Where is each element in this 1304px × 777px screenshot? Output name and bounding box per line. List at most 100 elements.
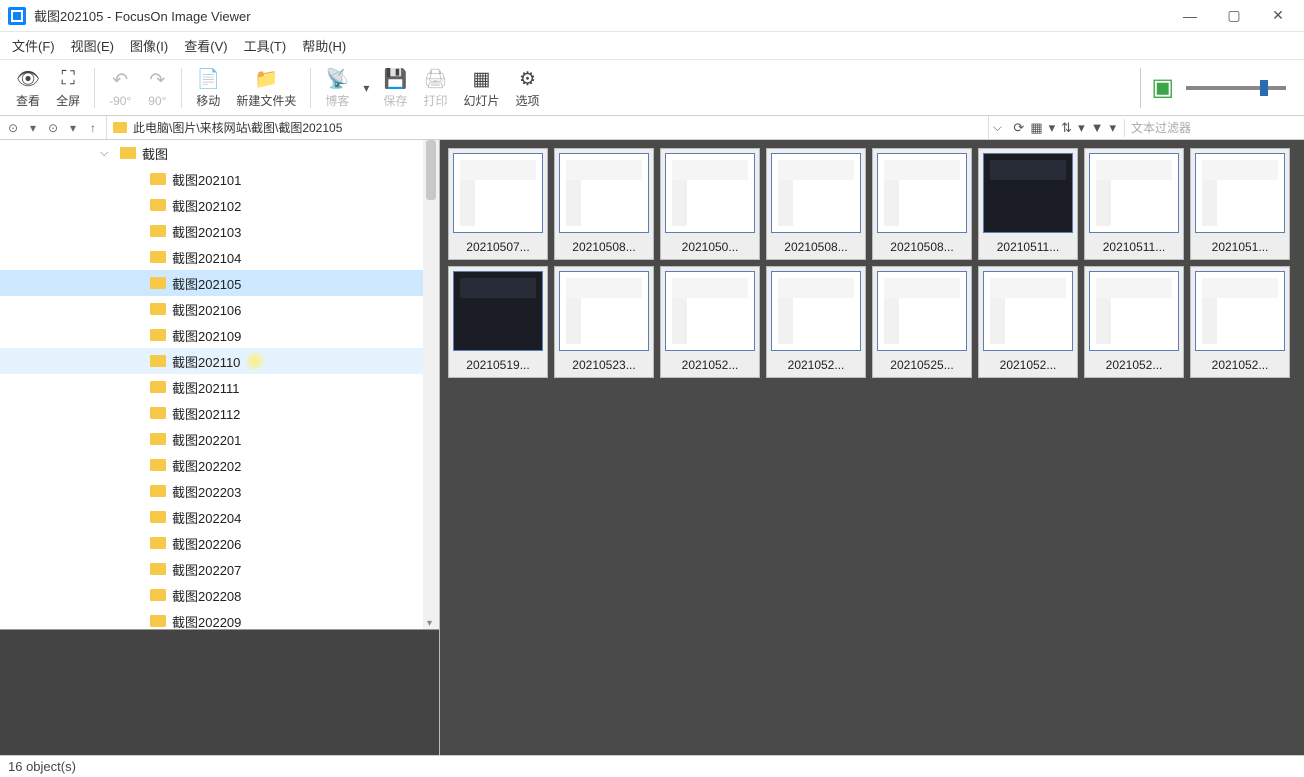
thumbnail[interactable]: 20210519...	[448, 266, 548, 378]
separator	[94, 68, 95, 108]
tree-item[interactable]: 截图202203	[0, 478, 439, 504]
tree-item[interactable]: 截图202206	[0, 530, 439, 556]
tree-item[interactable]: 截图202111	[0, 374, 439, 400]
path-bar: ⊙ ▾ ⊙ ▾ ↑ 此电脑\图片\来核网站\截图\截图202105 ⌵ ⟳ ▦ …	[0, 116, 1304, 140]
folder-icon	[150, 563, 166, 575]
tool-view[interactable]: 👁 查看	[8, 60, 48, 115]
folder-icon	[113, 122, 127, 133]
thumbnail[interactable]: 20210507...	[448, 148, 548, 260]
tree-item[interactable]: 截图202109	[0, 322, 439, 348]
tool-slideshow[interactable]: ▦ 幻灯片	[456, 60, 508, 115]
refresh-icon[interactable]: ⟳	[1013, 120, 1024, 136]
nav-up-button[interactable]: ↑	[84, 121, 102, 135]
toolbar-dropdown-icon[interactable]: ▾	[357, 81, 375, 95]
thumbnail-image	[1089, 271, 1179, 351]
tree-item[interactable]: 截图202105	[0, 270, 439, 296]
folder-icon	[150, 615, 166, 627]
thumbnail[interactable]: 2021051...	[1190, 148, 1290, 260]
filter-dropdown[interactable]: ▾	[1109, 120, 1116, 136]
thumbnail[interactable]: 20210525...	[872, 266, 972, 378]
tool-save[interactable]: 💾 保存	[375, 60, 415, 115]
tree-item-label: 截图202208	[172, 586, 241, 605]
window-title: 截图202105 - FocusOn Image Viewer	[34, 6, 1180, 25]
tree-item[interactable]: 截图202201	[0, 426, 439, 452]
thumbnail-label: 20210508...	[767, 237, 865, 259]
tool-rotate-right[interactable]: ↷ 90°	[139, 60, 175, 115]
path-dropdown-icon[interactable]: ⌵	[989, 120, 1005, 135]
view-mode-dropdown[interactable]: ▾	[1049, 120, 1056, 136]
menu-tool[interactable]: 工具(T)	[244, 36, 287, 55]
path-text: 此电脑\图片\来核网站\截图\截图202105	[133, 119, 342, 136]
collapse-icon[interactable]: ⌵	[100, 147, 114, 160]
tree-item[interactable]: 截图202106	[0, 296, 439, 322]
tool-print[interactable]: 🖨 打印	[415, 60, 455, 115]
maximize-button[interactable]: ▢	[1224, 6, 1244, 26]
thumbnail[interactable]: 20210511...	[1084, 148, 1184, 260]
sort-icon[interactable]: ⇅	[1061, 120, 1072, 136]
tree-item[interactable]: 截图202102	[0, 192, 439, 218]
path-field[interactable]: 此电脑\图片\来核网站\截图\截图202105	[106, 116, 989, 139]
tool-fullscreen[interactable]: ⛶ 全屏	[48, 60, 88, 115]
tree-item-label: 截图202105	[172, 274, 241, 293]
menu-help[interactable]: 帮助(H)	[302, 36, 346, 55]
thumbnail[interactable]: 20210523...	[554, 266, 654, 378]
sort-dropdown[interactable]: ▾	[1078, 120, 1085, 136]
thumbnail[interactable]: 20210508...	[872, 148, 972, 260]
zoom-fit-icon[interactable]: ▣	[1151, 73, 1174, 102]
tree-item[interactable]: 截图202204	[0, 504, 439, 530]
minimize-button[interactable]: —	[1180, 6, 1200, 26]
menu-look[interactable]: 查看(V)	[184, 36, 227, 55]
thumbnail[interactable]: 20210511...	[978, 148, 1078, 260]
tree-item-label: 截图202106	[172, 300, 241, 319]
move-icon: 📄	[196, 66, 220, 92]
tree-item[interactable]: 截图202103	[0, 218, 439, 244]
tree-item[interactable]: 截图202101	[0, 166, 439, 192]
menu-file[interactable]: 文件(F)	[12, 36, 55, 55]
tree-parent-folder[interactable]: ⌵ 截图	[0, 140, 439, 166]
tree-item[interactable]: 截图202110	[0, 348, 439, 374]
thumbnail-label: 20210511...	[1085, 237, 1183, 259]
folder-icon	[120, 147, 136, 159]
nav-back-button[interactable]: ⊙	[4, 121, 22, 135]
nav-back-dropdown[interactable]: ▾	[24, 121, 42, 135]
close-button[interactable]: ✕	[1268, 6, 1288, 26]
zoom-slider[interactable]	[1186, 86, 1286, 90]
folder-icon	[150, 173, 166, 185]
thumbnail-area: 20210507...20210508...2021050...20210508…	[440, 140, 1304, 755]
thumbnail[interactable]: 2021052...	[978, 266, 1078, 378]
thumbnail[interactable]: 2021052...	[660, 266, 760, 378]
tree-item[interactable]: 截图202112	[0, 400, 439, 426]
menu-image[interactable]: 图像(I)	[130, 36, 168, 55]
save-icon: 💾	[384, 66, 408, 92]
thumbnail[interactable]: 20210508...	[766, 148, 866, 260]
thumbnail[interactable]: 2021050...	[660, 148, 760, 260]
tool-move[interactable]: 📄 移动	[188, 60, 228, 115]
tree-item-label: 截图202102	[172, 196, 241, 215]
thumbnail-label: 2021050...	[661, 237, 759, 259]
filter-icon[interactable]: ▼	[1091, 120, 1104, 135]
tree-item-label: 截图202201	[172, 430, 241, 449]
tree-item[interactable]: 截图202207	[0, 556, 439, 582]
thumbnail[interactable]: 2021052...	[1084, 266, 1184, 378]
scroll-down-icon[interactable]: ▾	[427, 618, 432, 629]
thumbnail[interactable]: 20210508...	[554, 148, 654, 260]
nav-forward-button[interactable]: ⊙	[44, 121, 62, 135]
tool-blog[interactable]: 📡 博客	[317, 60, 357, 115]
tool-new-folder[interactable]: 📁 新建文件夹	[228, 60, 304, 115]
tree-item[interactable]: 截图202104	[0, 244, 439, 270]
tree-scrollbar[interactable]: ▾	[423, 140, 439, 629]
tool-options[interactable]: ⚙ 选项	[508, 60, 548, 115]
new-folder-icon: 📁	[254, 66, 278, 92]
rss-icon: 📡	[326, 66, 350, 92]
tree-item[interactable]: 截图202209	[0, 608, 439, 629]
menu-view[interactable]: 视图(E)	[71, 36, 114, 55]
thumbnail[interactable]: 2021052...	[1190, 266, 1290, 378]
filter-input[interactable]: 文本过滤器	[1124, 119, 1304, 137]
tree-item[interactable]: 截图202208	[0, 582, 439, 608]
tool-rotate-left[interactable]: ↶ -90°	[101, 60, 139, 115]
nav-forward-dropdown[interactable]: ▾	[64, 121, 82, 135]
thumbnail[interactable]: 2021052...	[766, 266, 866, 378]
folder-tree[interactable]: ⌵ 截图 截图202101 截图202102 截图202103截图202104 截图2…	[0, 140, 439, 629]
tree-item[interactable]: 截图202202	[0, 452, 439, 478]
view-mode-icon[interactable]: ▦	[1030, 120, 1042, 136]
